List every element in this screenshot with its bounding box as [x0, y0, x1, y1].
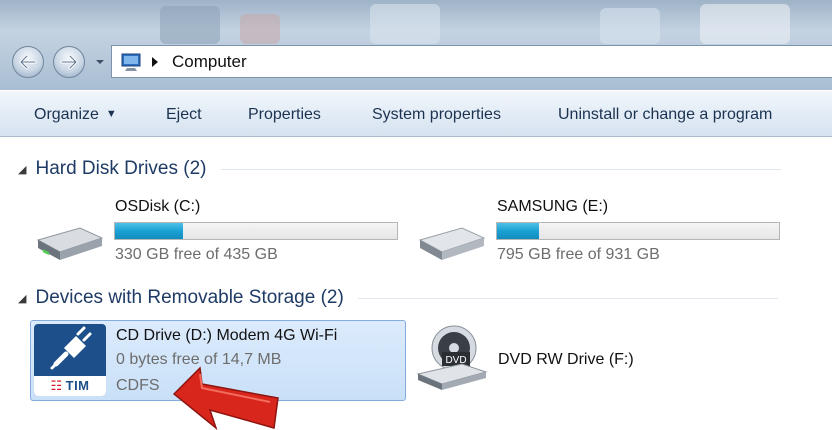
group-header-removable[interactable]: ◢ Devices with Removable Storage (2) [18, 287, 778, 309]
group-title: Devices with Removable Storage (2) [35, 287, 344, 308]
group-title: Hard Disk Drives (2) [35, 158, 207, 179]
collapse-triangle-icon[interactable]: ◢ [18, 292, 26, 305]
uninstall-program-button[interactable]: Uninstall or change a program [558, 106, 772, 124]
address-bar[interactable]: Computer [111, 45, 832, 78]
tim-logo-band: ☷ TIM [34, 376, 106, 396]
capacity-bar-e [496, 222, 780, 240]
drive-name-e[interactable]: SAMSUNG (E:) [497, 198, 608, 216]
background-blur [370, 4, 440, 44]
properties-button[interactable]: Properties [248, 106, 321, 124]
window-titlebar: Computer [0, 0, 832, 90]
back-arrow-icon [19, 54, 37, 70]
divider [220, 168, 781, 170]
background-blur [160, 6, 220, 44]
group-header-hard-disks[interactable]: ◢ Hard Disk Drives (2) [18, 158, 781, 180]
tim-modem-icon[interactable]: ☷ TIM [34, 324, 106, 396]
drive-filesystem-d: CDFS [116, 377, 160, 394]
dropdown-arrow-icon [96, 60, 104, 64]
command-bar: Organize ▼ Eject Properties System proper… [0, 90, 832, 137]
background-blur [240, 14, 280, 44]
breadcrumb-computer[interactable]: Computer [172, 52, 247, 72]
chevron-down-icon: ▼ [105, 108, 117, 120]
back-button[interactable] [12, 46, 44, 78]
system-properties-button[interactable]: System properties [372, 106, 501, 124]
drive-name-c[interactable]: OSDisk (C:) [115, 198, 200, 216]
forward-button[interactable] [53, 46, 85, 78]
drive-name-f[interactable]: DVD RW Drive (F:) [498, 351, 634, 369]
drive-free-space-c: 330 GB free of 435 GB [115, 246, 278, 263]
background-blur [700, 4, 790, 44]
breadcrumb-arrow-icon[interactable] [150, 55, 160, 69]
organize-label: Organize [34, 106, 99, 123]
drive-name-d[interactable]: CD Drive (D:) Modem 4G Wi-Fi [116, 327, 337, 345]
eject-button[interactable]: Eject [166, 106, 202, 124]
computer-monitor-icon [121, 53, 141, 71]
recent-pages-dropdown[interactable] [95, 58, 105, 66]
tim-logo: ☷ TIM [50, 378, 90, 393]
capacity-bar-fill [497, 223, 540, 239]
divider [357, 297, 778, 299]
usb-plug-icon [50, 326, 92, 370]
organize-menu-button[interactable]: Organize ▼ [34, 106, 117, 124]
hard-drive-icon[interactable] [416, 222, 486, 262]
capacity-bar-c [114, 222, 398, 240]
collapse-triangle-icon[interactable]: ◢ [18, 163, 26, 176]
dvd-drive-icon[interactable]: DVD [414, 324, 490, 392]
drive-free-space-e: 795 GB free of 931 GB [497, 246, 660, 263]
capacity-bar-fill [115, 223, 183, 239]
red-arrow-icon [172, 366, 279, 430]
hard-drive-icon[interactable] [34, 222, 104, 262]
background-blur [600, 8, 660, 44]
forward-arrow-icon [60, 54, 78, 70]
